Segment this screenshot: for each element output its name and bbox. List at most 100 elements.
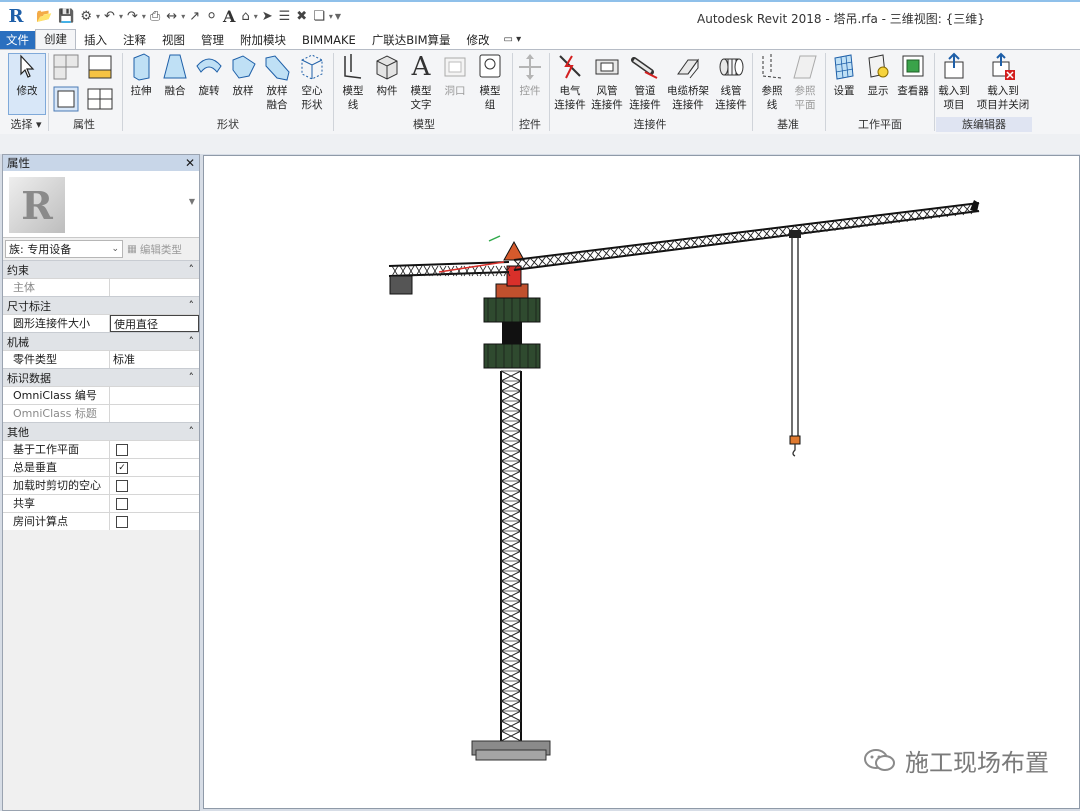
set-work-plane-button[interactable]: 设置 bbox=[829, 52, 859, 98]
close-hidden-windows-icon[interactable]: ✖ bbox=[293, 5, 310, 27]
tab-view[interactable]: 视图 bbox=[154, 31, 193, 49]
close-icon[interactable]: ✕ bbox=[185, 156, 195, 170]
conduit-connector-button[interactable]: 线管 连接件 bbox=[713, 52, 749, 112]
customize-qat-icon[interactable]: ▼ bbox=[334, 5, 342, 27]
revolve-icon bbox=[196, 58, 222, 73]
3d-view-canvas[interactable]: 施工现场布置 bbox=[203, 155, 1080, 809]
conduit-connector-icon bbox=[719, 58, 744, 76]
reference-plane-button[interactable]: 参照 平面 bbox=[790, 52, 820, 112]
redo-icon[interactable]: ↷ bbox=[124, 5, 141, 27]
load-into-project-button[interactable]: 载入到 项目 bbox=[936, 52, 972, 112]
sweep-button[interactable]: 放样 bbox=[228, 52, 258, 98]
property-value[interactable] bbox=[110, 477, 199, 494]
collapse-icon[interactable]: ˄ bbox=[189, 335, 195, 348]
cable-tray-connector-button[interactable]: 电缆桥架 连接件 bbox=[665, 52, 711, 112]
collapse-icon[interactable]: ˄ bbox=[189, 425, 195, 438]
pipe-connector-button[interactable]: 管道 连接件 bbox=[627, 52, 663, 112]
tab-manage[interactable]: 管理 bbox=[193, 31, 232, 49]
tab-create[interactable]: 创建 bbox=[35, 29, 76, 49]
tab-insert[interactable]: 插入 bbox=[76, 31, 115, 49]
reference-line-button[interactable]: 参照 线 bbox=[757, 52, 787, 112]
property-category[interactable]: 机械 ˄ bbox=[3, 332, 199, 350]
sweep-icon bbox=[232, 55, 256, 79]
type-properties-button[interactable] bbox=[86, 84, 114, 116]
property-value[interactable] bbox=[110, 513, 199, 530]
property-value[interactable] bbox=[110, 387, 199, 404]
section-icon[interactable]: ➤ bbox=[259, 5, 276, 27]
checkbox[interactable] bbox=[116, 444, 128, 456]
edit-type-button[interactable]: ▦ 编辑类型 bbox=[127, 242, 182, 257]
revolve-button[interactable]: 旋转 bbox=[194, 52, 224, 98]
checkbox-checked[interactable]: ✓ bbox=[116, 462, 128, 474]
properties-button[interactable] bbox=[52, 84, 80, 116]
type-selector[interactable]: R ▼ bbox=[3, 171, 199, 238]
collapse-icon[interactable]: ˄ bbox=[189, 371, 195, 384]
duct-connector-button[interactable]: 风管 连接件 bbox=[589, 52, 625, 112]
family-filter-select[interactable]: 族: 专用设备 ⌄ bbox=[5, 240, 123, 258]
modify-button[interactable]: 修改 bbox=[8, 53, 46, 115]
family-types-icon bbox=[53, 54, 79, 80]
collapse-icon[interactable]: ˄ bbox=[189, 263, 195, 276]
property-category[interactable]: 其他 ˄ bbox=[3, 422, 199, 440]
undo-icon[interactable]: ↶ bbox=[101, 5, 118, 27]
tab-addins[interactable]: 附加模块 bbox=[232, 31, 294, 49]
checkbox[interactable] bbox=[116, 480, 128, 492]
model-text-button[interactable]: A 模型 文字 bbox=[406, 52, 436, 112]
control-button[interactable]: 控件 bbox=[515, 52, 545, 98]
checkbox[interactable] bbox=[116, 516, 128, 528]
switch-windows-icon[interactable]: ❏ bbox=[310, 5, 328, 27]
measure-icon[interactable]: ↔ bbox=[163, 5, 180, 27]
load-into-project-and-close-button[interactable]: 载入到 项目并关闭 bbox=[974, 52, 1032, 112]
property-category[interactable]: 尺寸标注 ˄ bbox=[3, 296, 199, 314]
checkbox[interactable] bbox=[116, 498, 128, 510]
swept-blend-button[interactable]: 放样 融合 bbox=[262, 52, 292, 112]
tab-bimmake[interactable]: BIMMAKE bbox=[294, 31, 364, 49]
property-row: 总是垂直 ✓ bbox=[3, 458, 199, 476]
hook-block bbox=[789, 435, 801, 445]
cable-tray-connector-icon bbox=[677, 58, 699, 79]
aligned-dimension-icon[interactable]: ↗ bbox=[186, 5, 203, 27]
sync-icon[interactable]: ⚙ bbox=[77, 5, 95, 27]
property-value[interactable] bbox=[110, 405, 199, 422]
ribbon-minimize-icon[interactable]: ▭ ▾ bbox=[498, 31, 528, 49]
property-value[interactable] bbox=[110, 279, 199, 296]
opening-button[interactable]: 洞口 bbox=[440, 52, 470, 98]
blend-button[interactable]: 融合 bbox=[160, 52, 190, 98]
electrical-connector-button[interactable]: 电气 连接件 bbox=[553, 52, 587, 112]
open-icon[interactable]: 📂 bbox=[33, 5, 55, 27]
axis-indicator bbox=[488, 235, 501, 242]
property-value[interactable] bbox=[110, 441, 199, 458]
tab-file[interactable]: 文件 bbox=[0, 31, 35, 49]
void-forms-button[interactable]: 空心 形状 bbox=[296, 52, 328, 112]
family-types-button[interactable] bbox=[86, 52, 114, 84]
property-value[interactable]: 标准 bbox=[110, 351, 199, 368]
model-group-button[interactable]: 模型 组 bbox=[474, 52, 506, 112]
property-category[interactable]: 标识数据 ˄ bbox=[3, 368, 199, 386]
viewer-button[interactable]: 查看器 bbox=[895, 52, 931, 98]
property-value[interactable]: ✓ bbox=[110, 459, 199, 476]
save-icon[interactable]: 💾 bbox=[55, 5, 77, 27]
tab-modify[interactable]: 修改 bbox=[459, 31, 498, 49]
revit-app-icon[interactable]: R bbox=[5, 5, 27, 27]
property-value[interactable] bbox=[110, 495, 199, 512]
group-select[interactable]: 选择 ▾ bbox=[4, 117, 48, 132]
property-value[interactable]: 使用直径 bbox=[110, 315, 199, 332]
thin-lines-icon[interactable]: ☰ bbox=[276, 5, 294, 27]
chevron-down-icon[interactable]: ▼ bbox=[189, 197, 195, 206]
print-icon[interactable]: ⎙ bbox=[147, 5, 163, 27]
show-work-plane-button[interactable]: 显示 bbox=[863, 52, 893, 98]
tab-annotate[interactable]: 注释 bbox=[115, 31, 154, 49]
model-line-button[interactable]: 模型 线 bbox=[338, 52, 368, 112]
blend-icon bbox=[163, 54, 187, 79]
collapse-icon[interactable]: ˄ bbox=[189, 299, 195, 312]
set-work-plane-icon bbox=[834, 54, 854, 80]
watermark-text: 施工现场布置 bbox=[905, 749, 1049, 777]
property-category[interactable]: 约束 ˄ bbox=[3, 260, 199, 278]
extrusion-button[interactable]: 拉伸 bbox=[126, 52, 156, 98]
component-button[interactable]: 构件 bbox=[372, 52, 402, 98]
family-category-button[interactable] bbox=[52, 52, 80, 84]
tag-icon[interactable]: ⚪ bbox=[203, 5, 220, 27]
text-icon[interactable]: A bbox=[220, 5, 238, 27]
3d-view-icon[interactable]: ⌂ bbox=[238, 5, 252, 27]
tab-glodon[interactable]: 广联达BIM算量 bbox=[364, 31, 459, 49]
